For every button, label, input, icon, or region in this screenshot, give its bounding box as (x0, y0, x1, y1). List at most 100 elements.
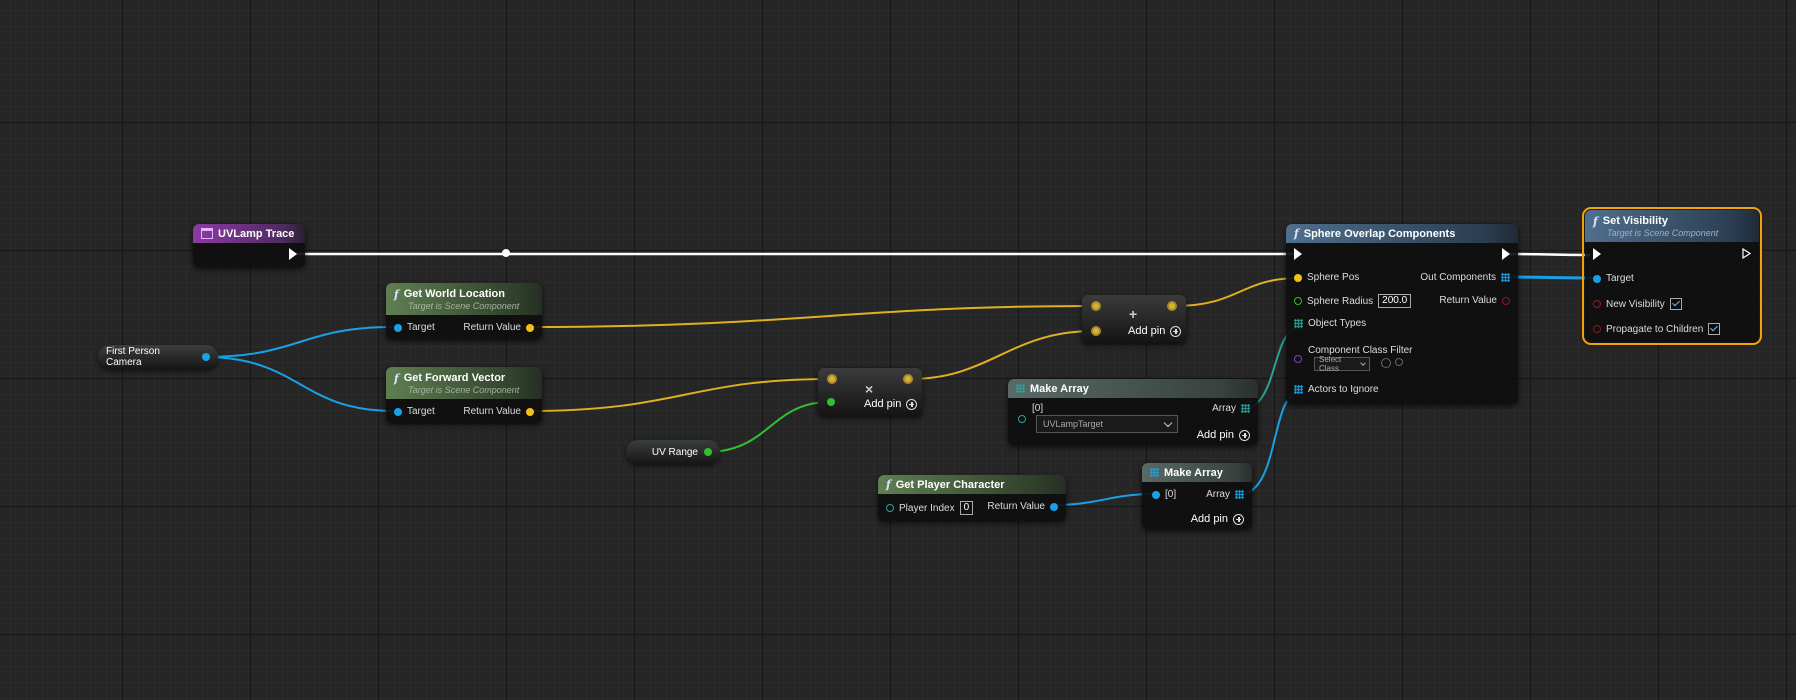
bool-pin-icon (1502, 296, 1510, 305)
sphere-radius-pin[interactable]: Sphere Radius 200.0 (1294, 294, 1412, 308)
actors-to-ignore-pin[interactable]: Actors to Ignore (1294, 384, 1379, 395)
propagate-to-children-pin[interactable]: Propagate to Children (1593, 323, 1721, 335)
add-pin-icon (1170, 325, 1182, 337)
array-pin-icon (1294, 319, 1303, 328)
player-index-input[interactable]: 0 (959, 501, 974, 515)
out-components-pin[interactable]: Out Components (1420, 272, 1510, 283)
wire-layer (203, 249, 1599, 506)
node-title: Get Player Character (895, 478, 1005, 491)
get-forward-vector-node[interactable]: f Get Forward Vector Target is Scene Comp… (386, 367, 542, 423)
vector-pin-icon (1294, 273, 1302, 282)
first-person-camera-node[interactable]: First Person Camera (98, 345, 218, 369)
make-array-node[interactable]: Make Array [0] UVLampTarget Array Add pi… (1008, 379, 1258, 445)
pin-label: Object Types (1308, 318, 1367, 329)
add-node[interactable]: + Add pin (1082, 295, 1186, 343)
node-subtitle: Target is Scene Component (408, 384, 520, 395)
target-pin[interactable]: Target (1593, 273, 1634, 284)
vector-out-pin[interactable] (1167, 301, 1177, 311)
object-pin-icon (1593, 274, 1601, 283)
uv-range-node[interactable]: UV Range (626, 440, 720, 464)
vector-wire (909, 330, 1095, 380)
node-subtitle: Target is Scene Component (408, 300, 520, 311)
add-pin-label: Add pin (1196, 429, 1234, 441)
float-pin-icon[interactable] (704, 448, 712, 456)
player-index-pin[interactable]: Player Index 0 (886, 501, 974, 515)
object-types-pin[interactable]: Object Types (1294, 318, 1366, 329)
return-value-pin[interactable]: Return Value (987, 501, 1058, 512)
node-title: Make Array (1164, 466, 1223, 479)
function-icon: f (394, 287, 399, 301)
element-in-pin[interactable] (1018, 415, 1026, 423)
target-pin[interactable]: Target (394, 406, 435, 417)
float-in-pin[interactable] (827, 398, 835, 406)
pin-label: Player Index (899, 502, 955, 514)
new-visibility-checkbox[interactable] (1669, 298, 1682, 310)
select-value: UVLampTarget (1043, 419, 1104, 429)
object-pin-icon (1050, 502, 1058, 511)
return-value-pin[interactable]: Return Value (463, 322, 534, 333)
node-title: Get World Location (403, 288, 505, 300)
get-world-location-node[interactable]: f Get World Location Target is Scene Comp… (386, 283, 542, 339)
vector-wire (1173, 277, 1301, 307)
vector-pin-icon (526, 407, 534, 416)
add-pin-button[interactable]: Add pin (1191, 513, 1244, 525)
exec-arrow-icon (1294, 248, 1302, 260)
return-value-pin[interactable]: Return Value (1439, 295, 1510, 306)
pin-label: Actors to Ignore (1308, 384, 1379, 395)
array-icon (1016, 384, 1025, 393)
uvlamp-trace-node[interactable]: UVLamp Trace (193, 224, 305, 267)
add-pin-label: Add pin (864, 398, 902, 410)
make-array-node[interactable]: Make Array [0] Array Add pin (1142, 463, 1252, 529)
array-pin-icon (1294, 385, 1303, 394)
class-pin-icon[interactable] (1294, 355, 1302, 363)
select-class-dropdown[interactable]: Select Class (1314, 355, 1370, 373)
pin-label: Target (407, 322, 435, 333)
sphere-pos-pin[interactable]: Sphere Pos (1294, 272, 1359, 283)
vector-in-pin[interactable] (1091, 326, 1101, 336)
node-title: Sphere Overlap Components (1303, 227, 1456, 240)
exec-wire (1507, 252, 1591, 257)
bool-pin-icon (1593, 300, 1601, 308)
use-selected-icon[interactable] (1381, 358, 1391, 368)
multiply-symbol: × (865, 381, 874, 397)
add-pin-button[interactable]: Add pin (864, 398, 918, 410)
pin-label: Return Value (1439, 295, 1497, 306)
add-pin-button[interactable]: Add pin (1197, 429, 1250, 441)
sphere-overlap-components-node[interactable]: f Sphere Overlap Components Sphere Pos O… (1286, 224, 1518, 404)
exec-in-pin[interactable] (1593, 248, 1601, 260)
search-icon[interactable] (1395, 358, 1403, 366)
array-out-pin[interactable]: Array (1206, 489, 1244, 500)
event-icon (201, 228, 213, 239)
vector-out-pin[interactable] (903, 374, 913, 384)
object-pin-icon[interactable] (202, 353, 210, 361)
vector-in-pin[interactable] (827, 374, 837, 384)
pin-label: Sphere Pos (1307, 272, 1360, 283)
get-player-character-node[interactable]: f Get Player Character Player Index 0 Re… (878, 475, 1066, 521)
node-title: Get Forward Vector (403, 372, 506, 384)
exec-out-pin[interactable] (1502, 248, 1510, 260)
array-out-pin[interactable]: Array (1212, 403, 1250, 414)
element-in-pin[interactable]: [0] (1152, 489, 1176, 500)
vector-in-pin[interactable] (1091, 301, 1101, 311)
multiply-node[interactable]: × Add pin (818, 368, 922, 416)
set-visibility-node[interactable]: f Set Visibility Target is Scene Componen… (1582, 207, 1762, 345)
sphere-radius-input[interactable]: 200.0 (1378, 294, 1412, 308)
vector-wire (527, 305, 1095, 328)
add-pin-icon (1239, 429, 1250, 441)
new-visibility-pin[interactable]: New Visibility (1593, 298, 1682, 310)
pin-label: Target (1606, 273, 1634, 284)
vector-pin-icon (526, 323, 534, 332)
exec-out-pin[interactable] (289, 248, 297, 260)
target-select[interactable]: UVLampTarget (1036, 415, 1178, 433)
propagate-checkbox[interactable] (1708, 323, 1721, 335)
return-value-pin[interactable]: Return Value (463, 406, 534, 417)
exec-out-pin[interactable] (1742, 248, 1751, 259)
pin-label: Array (1206, 489, 1230, 500)
exec-arrow-outline-icon (1742, 248, 1751, 259)
add-pin-button[interactable]: Add pin (1128, 325, 1182, 337)
exec-arrow-icon (1502, 248, 1510, 260)
pin-label: Sphere Radius (1307, 295, 1374, 307)
target-pin[interactable]: Target (394, 322, 435, 333)
pin-label: Return Value (463, 406, 521, 417)
exec-in-pin[interactable] (1294, 248, 1302, 260)
